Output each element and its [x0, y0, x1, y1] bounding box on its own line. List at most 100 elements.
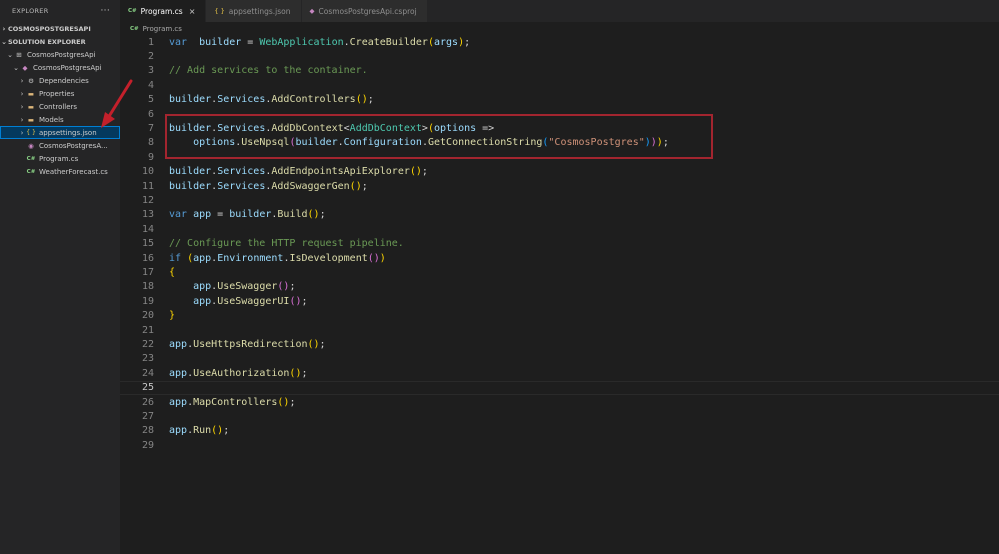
- line-number: 15: [141, 238, 154, 250]
- code-line[interactable]: 27: [120, 409, 999, 423]
- code-line[interactable]: 29: [120, 438, 999, 452]
- project-icon: ◆: [22, 63, 28, 72]
- tree-item-label: appsettings.json: [39, 128, 97, 137]
- csproj-icon: ◆: [309, 7, 315, 15]
- tab-label: Program.cs: [140, 6, 183, 16]
- line-number: 29: [141, 439, 154, 451]
- explorer-header: EXPLORER ···: [0, 0, 120, 22]
- line-number: 9: [147, 151, 154, 163]
- code-line[interactable]: 11 builder.Services.AddSwaggerGen();: [120, 179, 999, 193]
- code-line[interactable]: 24 app.UseAuthorization();: [120, 366, 999, 380]
- tab-csproj[interactable]: ◆ CosmosPostgresApi.csproj: [301, 0, 428, 22]
- code-text: {: [169, 267, 176, 279]
- dependencies-icon: ⚙: [28, 76, 34, 85]
- chevron-down-icon: ⌄: [7, 50, 13, 59]
- tree-item[interactable]: ◉ CosmosPostgresA...: [0, 139, 120, 152]
- code-line[interactable]: 12: [120, 193, 999, 207]
- code-line[interactable]: 2: [120, 49, 999, 63]
- explorer-title: EXPLORER: [12, 7, 49, 15]
- code-line[interactable]: 19 app.UseSwaggerUI();: [120, 294, 999, 308]
- code-line[interactable]: 23: [120, 352, 999, 366]
- section-label: SOLUTION EXPLORER: [8, 37, 86, 46]
- line-number: 3: [147, 65, 154, 77]
- chevron-right-icon: ›: [20, 128, 24, 137]
- line-number: 17: [141, 267, 154, 279]
- breadcrumb-file[interactable]: Program.cs: [143, 25, 182, 33]
- tree-item[interactable]: ⌄ ⊞ CosmosPostgresApi: [0, 48, 120, 61]
- tree-item[interactable]: C# Program.cs: [0, 152, 120, 165]
- tab-appsettings-json[interactable]: { } appsettings.json: [206, 0, 302, 22]
- line-number: 26: [141, 396, 154, 408]
- code-editor[interactable]: 1 var builder = WebApplication.CreateBuil…: [120, 35, 999, 554]
- line-number: 8: [147, 137, 154, 149]
- tree-item[interactable]: ⌄ ◆ CosmosPostgresApi: [0, 61, 120, 74]
- tree-item-label: CosmosPostgresA...: [39, 141, 108, 150]
- line-number: 22: [141, 339, 154, 351]
- code-text: }: [169, 310, 176, 322]
- code-line[interactable]: 25: [120, 380, 999, 395]
- line-number: 14: [141, 223, 154, 235]
- code-line[interactable]: 21: [120, 323, 999, 337]
- code-text: var builder = WebApplication.CreateBuild…: [169, 36, 471, 48]
- section-cosmospostgresapi[interactable]: › COSMOSPOSTGRESAPI: [0, 22, 120, 35]
- code-text: var app = builder.Build();: [169, 209, 326, 221]
- tree-item[interactable]: C# WeatherForecast.cs: [0, 165, 120, 178]
- code-line[interactable]: 28 app.Run();: [120, 424, 999, 438]
- code-line[interactable]: 10 builder.Services.AddEndpointsApiExplor…: [120, 165, 999, 179]
- code-text: builder.Services.AddEndpointsApiExplorer…: [169, 166, 428, 178]
- chevron-right-icon: ›: [20, 102, 24, 111]
- code-line[interactable]: 14: [120, 222, 999, 236]
- json-icon: { }: [26, 129, 36, 136]
- solution-icon: ⊞: [16, 50, 22, 59]
- line-number: 11: [141, 180, 154, 192]
- chevron-down-icon: ⌄: [13, 63, 19, 72]
- code-text: app.UseHttpsRedirection();: [169, 339, 326, 351]
- code-line[interactable]: 3 // Add services to the container.: [120, 64, 999, 78]
- section-solution-explorer[interactable]: ⌄ SOLUTION EXPLORER: [0, 35, 120, 48]
- code-line[interactable]: 22 app.UseHttpsRedirection();: [120, 337, 999, 351]
- chevron-right-icon: ›: [20, 115, 24, 124]
- tab-label: appsettings.json: [228, 6, 291, 16]
- code-line[interactable]: 20}: [120, 309, 999, 323]
- highlight-box-annotation: [165, 114, 713, 159]
- line-number: 21: [141, 324, 154, 336]
- code-line[interactable]: 15 // Configure the HTTP request pipeline…: [120, 237, 999, 251]
- code-line[interactable]: 26 app.MapControllers();: [120, 395, 999, 409]
- csharp-icon: C#: [26, 168, 36, 175]
- chevron-right-icon: ›: [2, 24, 6, 33]
- code-line[interactable]: 5 builder.Services.AddControllers();: [120, 93, 999, 107]
- line-number: 27: [141, 411, 154, 423]
- code-line[interactable]: 13 var app = builder.Build();: [120, 208, 999, 222]
- line-number: 28: [141, 425, 154, 437]
- breadcrumb[interactable]: C# Program.cs: [120, 22, 999, 35]
- csharp-icon: C#: [128, 8, 137, 14]
- tab-label: CosmosPostgresApi.csproj: [318, 6, 417, 16]
- line-number: 2: [147, 51, 154, 63]
- line-number: 19: [141, 295, 154, 307]
- folder-icon: ▬: [27, 102, 35, 111]
- tree-item-label: CosmosPostgresApi: [33, 63, 102, 72]
- tree-item-label: WeatherForecast.cs: [39, 167, 108, 176]
- folder-icon: ▬: [27, 115, 35, 124]
- tab-program-cs[interactable]: C# Program.cs ×: [120, 0, 207, 22]
- code-text: app.Run();: [169, 425, 230, 437]
- chevron-down-icon: ⌄: [1, 37, 7, 46]
- csharp-icon: C#: [130, 25, 139, 32]
- chevron-right-icon: ›: [20, 76, 24, 85]
- tree-item-label: Controllers: [39, 102, 78, 111]
- code-line[interactable]: 1 var builder = WebApplication.CreateBuil…: [120, 35, 999, 49]
- line-number: 7: [147, 123, 154, 135]
- section-label: COSMOSPOSTGRESAPI: [8, 24, 91, 33]
- more-actions-icon[interactable]: ···: [101, 6, 110, 16]
- close-icon[interactable]: ×: [189, 7, 196, 16]
- code-text: app.UseSwagger();: [193, 281, 296, 293]
- line-number: 5: [147, 94, 154, 106]
- code-line[interactable]: 4: [120, 78, 999, 92]
- line-number: 13: [141, 209, 154, 221]
- code-line[interactable]: 16 if (app.Environment.IsDevelopment()): [120, 251, 999, 265]
- tree-item-label: Models: [39, 115, 64, 124]
- code-line[interactable]: 18 app.UseSwagger();: [120, 280, 999, 294]
- tree-item-label: Properties: [39, 89, 75, 98]
- code-line[interactable]: 17 {: [120, 265, 999, 279]
- csharp-icon: C#: [26, 155, 36, 162]
